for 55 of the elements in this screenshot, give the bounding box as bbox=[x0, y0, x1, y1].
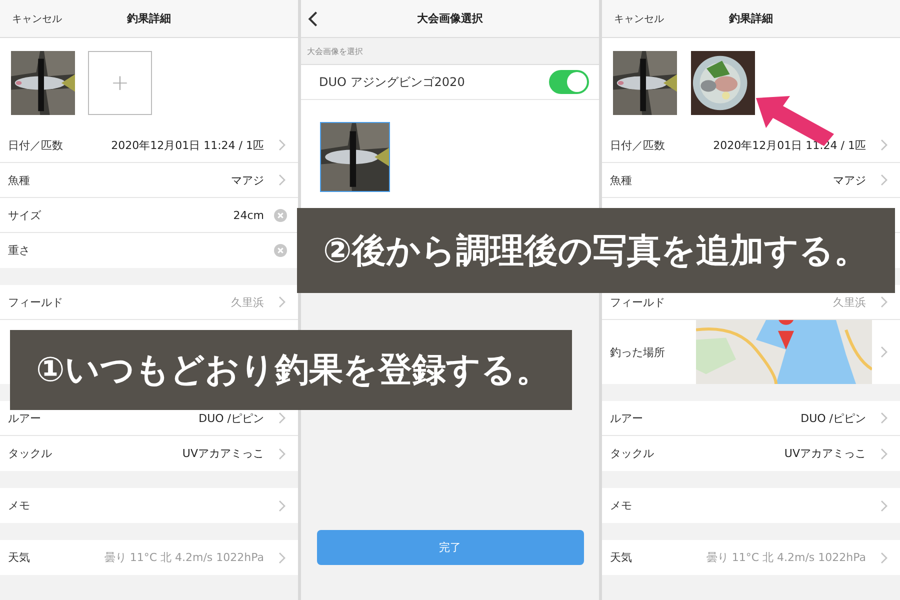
field-value: DUO /ピピン bbox=[800, 410, 866, 426]
field-value: 曇り 11°C 北 4.2m/s 1022hPa bbox=[104, 550, 264, 565]
field-label: ルアー bbox=[8, 410, 41, 426]
chevron-icon bbox=[880, 346, 888, 358]
field-label: 天気 bbox=[610, 550, 632, 565]
chevron-icon bbox=[880, 296, 888, 308]
screen-title: 大会画像選択 bbox=[417, 11, 483, 26]
screen-title: 釣果詳細 bbox=[127, 11, 171, 26]
cancel-link[interactable]: キャンセル bbox=[12, 12, 62, 26]
field-label: サイズ bbox=[8, 208, 41, 222]
field-label: タックル bbox=[8, 446, 52, 461]
field-label: フィールド bbox=[8, 294, 63, 310]
field-label: 日付／匹数 bbox=[8, 138, 63, 152]
field-value: マアジ bbox=[833, 172, 866, 188]
field-value: マアジ bbox=[231, 172, 264, 188]
back-icon[interactable] bbox=[308, 10, 318, 28]
field-label: 魚種 bbox=[8, 172, 30, 188]
field-value: UVアカアミっこ bbox=[182, 446, 264, 461]
field-label: ルアー bbox=[610, 410, 643, 426]
field-label: メモ bbox=[8, 498, 30, 513]
field-label: フィールド bbox=[610, 294, 665, 310]
caption-text: ②後から調理後の写真を追加する。 bbox=[323, 230, 868, 272]
field-label: 魚種 bbox=[610, 172, 632, 188]
chevron-icon bbox=[278, 500, 286, 512]
field-value: 久里浜 bbox=[833, 294, 866, 310]
chevron-icon bbox=[278, 174, 286, 186]
chevron-icon bbox=[278, 448, 286, 460]
field-label: 重さ bbox=[8, 243, 30, 258]
field-label: 日付／匹数 bbox=[610, 138, 665, 152]
chevron-icon bbox=[880, 448, 888, 460]
caption-text: ①いつもどおり釣果を登録する。 bbox=[36, 349, 550, 392]
chevron-icon bbox=[278, 552, 286, 564]
field-label: タックル bbox=[610, 446, 654, 461]
field-label: 天気 bbox=[8, 550, 30, 565]
field-label: 釣った場所 bbox=[610, 344, 665, 360]
chevron-icon bbox=[278, 412, 286, 424]
cancel-link[interactable]: キャンセル bbox=[614, 12, 664, 26]
toggle-label: DUO アジングビンゴ2020 bbox=[319, 74, 465, 90]
field-value: DUO /ピピン bbox=[198, 410, 264, 426]
chevron-icon bbox=[278, 139, 286, 151]
field-value: 24cm bbox=[233, 208, 264, 222]
field-value: 曇り 11°C 北 4.2m/s 1022hPa bbox=[706, 550, 866, 565]
chevron-icon bbox=[880, 412, 888, 424]
image-thumbnail[interactable] bbox=[320, 122, 390, 192]
chevron-icon bbox=[278, 296, 286, 308]
field-value: 久里浜 bbox=[231, 294, 264, 310]
field-value: 2020年12月01日 11:24 / 1匹 bbox=[111, 138, 264, 152]
chevron-icon bbox=[880, 500, 888, 512]
field-value: UVアカアミっこ bbox=[784, 446, 866, 461]
chevron-icon bbox=[880, 552, 888, 564]
chevron-icon bbox=[880, 174, 888, 186]
field-label: メモ bbox=[610, 498, 632, 513]
chevron-icon bbox=[880, 139, 888, 151]
screen-title: 釣果詳細 bbox=[729, 11, 773, 26]
toggle-switch[interactable] bbox=[549, 70, 589, 94]
